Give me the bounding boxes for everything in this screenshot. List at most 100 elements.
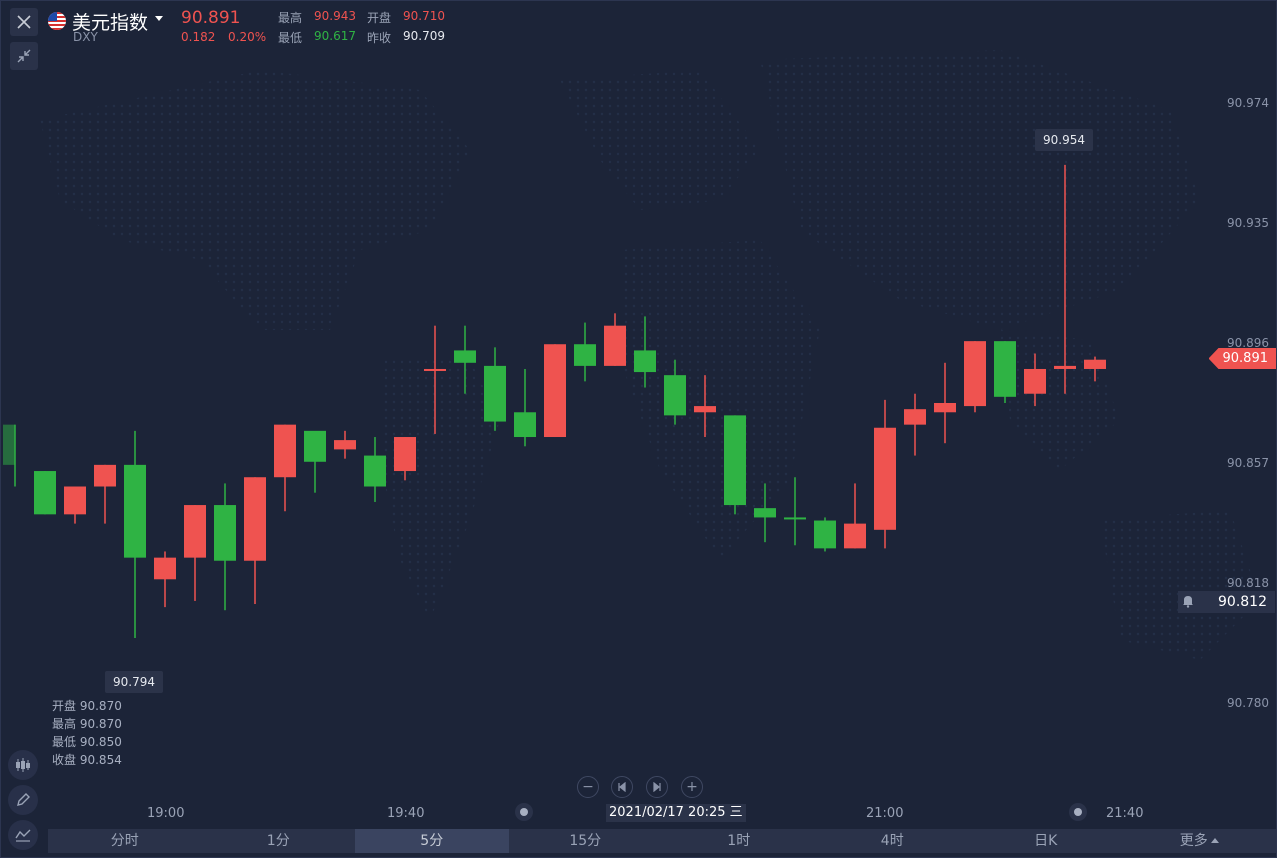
scroll-handle-left[interactable] xyxy=(515,803,533,821)
tab-more[interactable]: 更多 xyxy=(1123,829,1277,853)
candle-body[interactable] xyxy=(334,440,356,450)
candle-body[interactable] xyxy=(934,403,956,413)
candle-body[interactable] xyxy=(1024,368,1046,394)
indicator-tool-button[interactable] xyxy=(8,820,38,850)
candle-body[interactable] xyxy=(184,505,206,558)
shrink-icon xyxy=(17,49,31,63)
close-icon xyxy=(17,15,31,29)
high-label: 最高 xyxy=(278,11,303,25)
price-change-percent: 0.20% xyxy=(228,30,267,44)
candle-body[interactable] xyxy=(1054,365,1076,369)
candle-body[interactable] xyxy=(424,368,446,371)
zoom-in-button[interactable]: + xyxy=(681,776,703,798)
candle-body[interactable] xyxy=(514,412,536,438)
y-tick-label: 90.935 xyxy=(1227,216,1269,230)
zoom-in-icon: + xyxy=(686,779,698,795)
scroll-handle-right[interactable] xyxy=(1069,803,1087,821)
tab-15min[interactable]: 15分 xyxy=(509,829,663,853)
ohlc-open: 开盘 90.870 xyxy=(52,699,122,713)
candle-body[interactable] xyxy=(574,344,596,366)
candle-body[interactable] xyxy=(484,365,506,422)
bell-icon[interactable] xyxy=(1180,593,1196,609)
tab-5min[interactable]: 5分 xyxy=(355,829,509,853)
next-icon xyxy=(653,782,661,792)
cursor-time-label: 2021/02/17 20:25 三 xyxy=(606,804,746,822)
prev-close-value: 90.709 xyxy=(403,29,445,43)
x-tick-label: 21:40 xyxy=(1106,806,1144,821)
candle-body[interactable] xyxy=(94,464,116,487)
tab-daily[interactable]: 日K xyxy=(969,829,1123,853)
tab-1min[interactable]: 1分 xyxy=(202,829,356,853)
tab-4hour[interactable]: 4时 xyxy=(816,829,970,853)
candle-body[interactable] xyxy=(904,409,926,425)
candle-body[interactable] xyxy=(994,341,1016,397)
candle-body[interactable] xyxy=(364,455,386,487)
x-tick-label: 21:00 xyxy=(866,806,904,821)
current-price: 90.891 xyxy=(181,8,241,28)
candle-body[interactable] xyxy=(964,341,986,407)
caret-up-icon xyxy=(1210,838,1219,843)
y-tick-label: 90.857 xyxy=(1227,456,1269,470)
candle-body[interactable] xyxy=(454,350,476,363)
ohlc-high: 最高 90.870 xyxy=(52,717,122,731)
max-price-callout: 90.954 xyxy=(1035,129,1093,151)
indicator-icon xyxy=(15,829,31,842)
y-tick-label: 90.780 xyxy=(1227,696,1269,710)
open-value: 90.710 xyxy=(403,9,445,23)
candle-body[interactable] xyxy=(544,344,566,438)
candlestick-icon xyxy=(16,758,30,772)
prev-button[interactable] xyxy=(611,776,633,798)
dropdown-caret-icon[interactable] xyxy=(155,16,163,21)
candle-body[interactable] xyxy=(34,471,56,515)
candle-body[interactable] xyxy=(754,508,776,518)
price-alert-value: 90.812 xyxy=(1218,594,1267,610)
ohlc-low: 最低 90.850 xyxy=(52,735,122,749)
draw-tool-button[interactable] xyxy=(8,785,38,815)
candle-body[interactable] xyxy=(394,437,416,472)
candle-body[interactable] xyxy=(124,464,146,558)
next-button[interactable] xyxy=(646,776,668,798)
ohlc-close: 收盘 90.854 xyxy=(52,753,122,767)
candle-body[interactable] xyxy=(1084,359,1106,369)
low-label: 最低 xyxy=(278,31,303,45)
open-label: 开盘 xyxy=(367,11,392,25)
zoom-out-icon: − xyxy=(582,779,594,795)
candle-body[interactable] xyxy=(634,350,656,373)
candle-body[interactable] xyxy=(274,424,296,478)
x-tick-label: 19:00 xyxy=(147,806,185,821)
high-value: 90.943 xyxy=(314,9,356,23)
candle-body[interactable] xyxy=(604,325,626,366)
shrink-button[interactable] xyxy=(10,42,38,70)
x-tick-label: 19:40 xyxy=(387,806,425,821)
low-value: 90.617 xyxy=(314,29,356,43)
candle-body[interactable] xyxy=(3,424,15,465)
candle-body[interactable] xyxy=(64,486,86,515)
price-change: 0.182 xyxy=(181,30,216,44)
interval-tabs: 分时 1分 5分 15分 1时 4时 日K 更多 xyxy=(48,829,1276,853)
tab-1hour[interactable]: 1时 xyxy=(662,829,816,853)
candle-body[interactable] xyxy=(724,415,746,506)
zoom-out-button[interactable]: − xyxy=(577,776,599,798)
candle-body[interactable] xyxy=(214,505,236,561)
y-tick-label: 90.974 xyxy=(1227,96,1269,110)
candle-body[interactable] xyxy=(244,477,266,561)
y-tick-label: 90.818 xyxy=(1227,576,1269,590)
candle-body[interactable] xyxy=(304,430,326,462)
tab-fenshi[interactable]: 分时 xyxy=(48,829,202,853)
candle-body[interactable] xyxy=(874,427,896,530)
us-flag-icon xyxy=(48,12,66,30)
prev-close-label: 昨收 xyxy=(367,31,392,45)
candle-body[interactable] xyxy=(784,517,806,520)
min-price-callout: 90.794 xyxy=(105,671,163,693)
candle-body[interactable] xyxy=(664,375,686,416)
candle-body[interactable] xyxy=(694,406,716,413)
candlestick-tool-button[interactable] xyxy=(8,750,38,780)
current-price-tag: 90.891 xyxy=(1208,348,1276,369)
candle-body[interactable] xyxy=(154,557,176,580)
pencil-icon xyxy=(17,793,30,806)
instrument-code: DXY xyxy=(73,30,98,44)
candle-body[interactable] xyxy=(814,520,836,549)
candle-body[interactable] xyxy=(844,523,866,549)
close-button[interactable] xyxy=(10,8,38,36)
y-tick-label: 90.896 xyxy=(1227,336,1269,350)
